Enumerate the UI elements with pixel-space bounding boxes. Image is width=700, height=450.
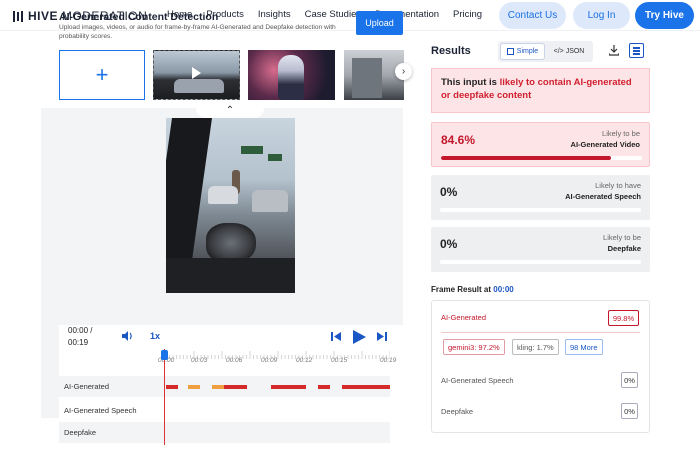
frame-result-title: Frame Result at 00:00 [431,285,514,294]
frame-ai-label: AI-Generated [441,313,487,322]
frame-deepfake-score: 0% [621,403,638,419]
volume-icon[interactable] [122,331,133,343]
plus-icon: + [95,62,109,87]
tick-label: 00:19 [380,357,397,364]
logo-bars-icon [13,10,23,22]
frame-deepfake-label: Deepfake [441,407,474,416]
chevron-up-icon[interactable]: ⌃ [196,102,264,118]
probability-bar [441,156,642,160]
layout-view-icon[interactable] [629,43,644,58]
thumbnail-image [352,58,382,98]
frame-ai-score: 99.8% [608,310,639,326]
play-icon [192,67,201,79]
skip-forward-icon[interactable] [377,332,387,343]
tab-json[interactable]: </> JSON [547,43,591,60]
playback-speed-button[interactable]: 1x [150,331,160,341]
result-card-ai-video: 84.6% Likely to be AI-Generated Video [431,122,650,167]
tick-label: 00:09 [261,357,278,364]
skip-back-icon[interactable] [331,332,341,343]
tab-simple[interactable]: Simple [500,43,545,60]
playhead-line [164,349,165,445]
verdict-banner: This input is likely to contain AI-gener… [431,68,650,113]
tick-label: 00:06 [226,357,243,364]
upload-title: AI-Generated Content Detection [59,11,219,23]
divider [441,332,640,333]
nav-link-insights[interactable]: Insights [258,9,291,20]
download-icon[interactable] [608,45,620,59]
timeline-label-speech: AI-Generated Speech [64,406,137,415]
timeline-label-deepfake: Deepfake [64,428,97,437]
thumbnail-selected-video[interactable] [153,50,240,100]
result-card-deepfake: 0% Likely to be Deepfake [431,227,650,272]
result-card-ai-speech: 0% Likely to have AI-Generated Speech [431,175,650,220]
chevron-right-icon[interactable]: › [395,63,412,80]
time-display: 00:00 / 00:19 [68,326,93,347]
tick-label: 00:15 [331,357,348,364]
contact-us-button[interactable]: Contact Us [499,2,566,29]
more-sources-button[interactable]: 98 More [565,339,603,355]
tick-label: 00:03 [191,357,208,364]
frame-speech-label: AI-Generated Speech [441,376,514,385]
timeline-label-ai: AI-Generated [64,382,110,391]
simple-view-icon [506,48,514,55]
upload-button[interactable]: Upload [356,11,403,35]
probability-bar [440,260,641,264]
playhead-handle[interactable] [161,350,168,360]
tick-label: 00:12 [296,357,313,364]
thumbnail-image [278,55,304,100]
timeline-row-deepfake [59,422,390,443]
video-frame[interactable] [166,118,295,293]
add-media-button[interactable]: + [59,50,145,100]
probability-bar [440,208,641,212]
frame-speech-score: 0% [621,372,638,388]
upload-description: Upload images, videos, or audio for fram… [59,24,336,40]
timeline-segment [270,385,307,389]
timeline-segment [166,385,178,389]
timeline-segment [341,385,390,389]
thumbnail-portrait[interactable] [248,50,335,100]
timeline-segment [318,385,330,389]
source-badge-kling[interactable]: kling: 1.7% [512,339,559,355]
nav-link-pricing[interactable]: Pricing [453,9,482,20]
timeline-segment [211,385,224,389]
try-hive-button[interactable]: Try Hive [635,2,694,29]
timeline-segment [223,385,248,389]
results-title: Results [431,45,471,57]
source-badge-gemini[interactable]: gemini3: 97.2% [443,339,505,355]
thumbnail-image [174,79,224,93]
login-button[interactable]: Log In [573,2,630,29]
timeline-segment [188,385,201,389]
play-button-icon[interactable] [353,330,366,346]
nav-link-case-studies[interactable]: Case Studies [305,9,362,20]
